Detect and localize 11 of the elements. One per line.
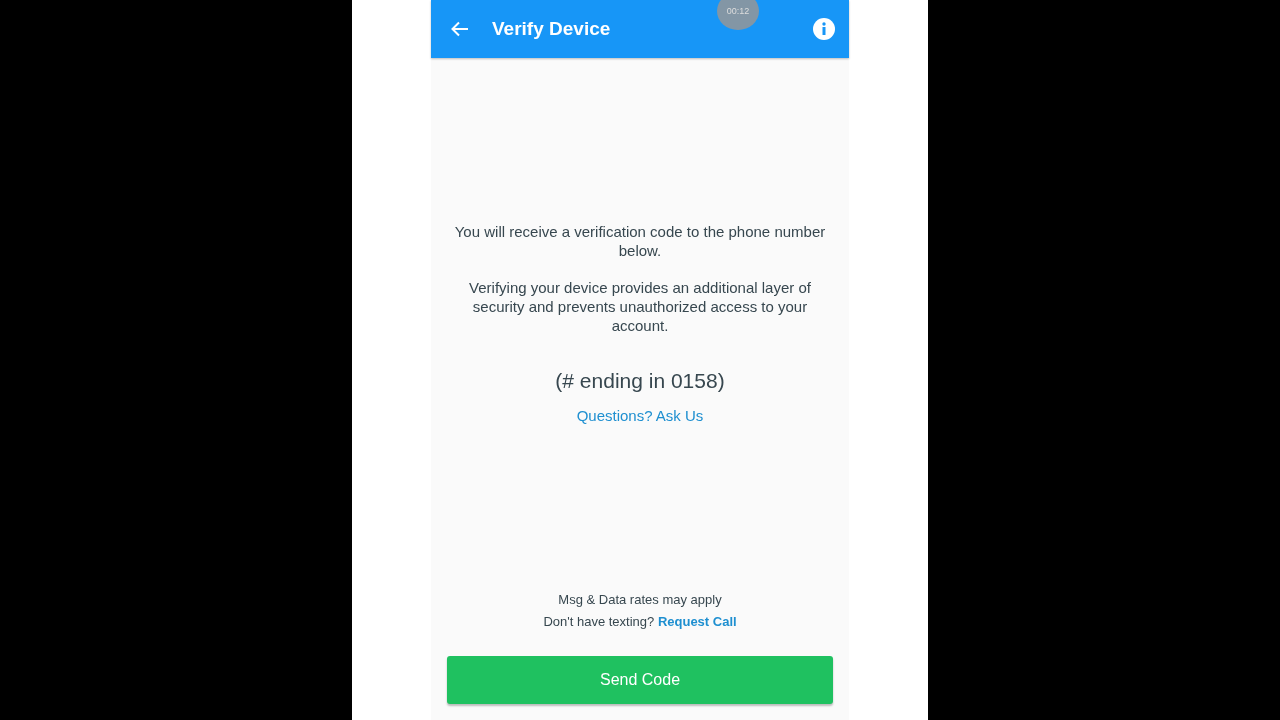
help-link[interactable]: Questions? Ask Us	[576, 407, 704, 424]
info-paragraph: Verifying your device provides an additional layer of security and prevents unauthorized access to your account.	[468, 278, 812, 335]
screen-title: Verify Device	[492, 18, 612, 40]
back-arrow-icon[interactable]	[450, 19, 470, 39]
info-icon[interactable]	[813, 18, 835, 40]
phone-hint: (# ending in 0158)	[555, 369, 725, 393]
send-code-button[interactable]: Send Code	[447, 656, 833, 704]
rates-note: Msg & Data rates may apply	[558, 591, 722, 609]
info-paragraph: You will receive a verification code to the phone number below.	[453, 222, 827, 260]
request-call-link[interactable]: Request Call	[657, 614, 737, 629]
call-prompt: Don't have texting? Request Call	[543, 613, 737, 631]
